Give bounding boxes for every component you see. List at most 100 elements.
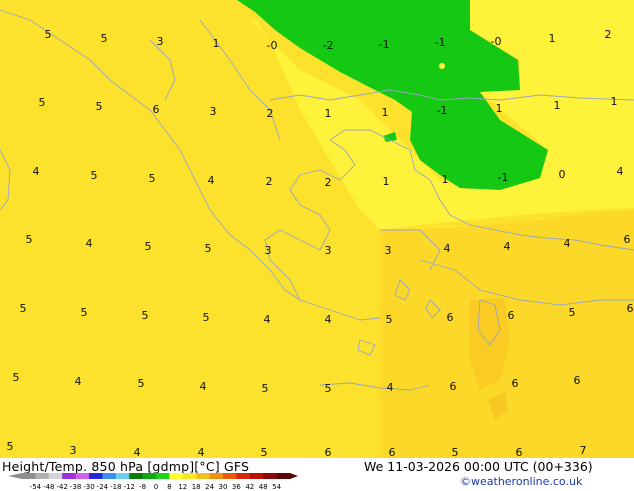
value-label: 5	[203, 311, 210, 324]
value-label: 5	[262, 382, 269, 395]
valid-datetime: We 11-03-2026 00:00 UTC (00+336)	[364, 459, 593, 474]
map-footer: Height/Temp. 850 hPa [gdmp][°C] GFS We 1…	[0, 458, 634, 491]
colorbar-segment	[182, 473, 197, 479]
value-label: 4	[86, 237, 93, 250]
colorbar-segment	[102, 473, 117, 479]
value-label: 4	[75, 375, 82, 388]
value-label: 5	[569, 306, 576, 319]
value-label: 6	[516, 446, 523, 458]
value-label: 5	[149, 172, 156, 185]
value-label: 1	[383, 175, 390, 188]
value-label: 3	[385, 244, 392, 257]
value-label: 2	[267, 107, 274, 120]
value-label: 5	[7, 440, 14, 453]
value-label: 6	[325, 446, 332, 458]
colorbar-segment	[156, 473, 170, 479]
value-label: 5	[386, 313, 393, 326]
value-label: -2	[323, 39, 334, 52]
value-label: 1	[496, 102, 503, 115]
value-label: 5	[13, 371, 20, 384]
value-label: 1	[442, 173, 449, 186]
colorbar-segment	[196, 473, 211, 479]
colorbar-segment	[209, 473, 224, 479]
value-label: 4	[564, 237, 571, 250]
map-canvas: 5 5 3 1 -0 -2 -1 -1 -0 1 2 5 5 6 3 2 1 1 -1 1 1 1 4 5 5 4 2 2 1 1 -1 0 4…	[0, 0, 634, 458]
value-label: -0	[491, 35, 502, 48]
value-label: 5	[81, 306, 88, 319]
value-label: 5	[26, 233, 33, 246]
value-label: -1	[437, 104, 448, 117]
colorbar-segment	[22, 473, 36, 479]
value-label: 6	[574, 374, 581, 387]
value-label: 2	[605, 28, 612, 41]
value-label: 4	[198, 446, 205, 458]
colorbar-segment	[89, 473, 103, 479]
value-label: 4	[617, 165, 624, 178]
colorbar-segment	[129, 473, 144, 479]
colorbar-segment	[75, 473, 90, 479]
colorbar-segment	[236, 473, 251, 479]
value-label: 6	[627, 302, 634, 315]
value-label: 6	[624, 233, 631, 246]
value-label: 5	[39, 96, 46, 109]
value-label: 5	[452, 446, 459, 458]
value-label: 5	[142, 309, 149, 322]
value-label: 1	[382, 106, 389, 119]
value-label: 4	[33, 165, 40, 178]
value-label: 1	[549, 32, 556, 45]
credit-link[interactable]: ©weatheronline.co.uk	[460, 475, 582, 488]
value-label: 3	[325, 244, 332, 257]
value-label: 6	[450, 380, 457, 393]
value-label: 1	[554, 99, 561, 112]
value-label: 6	[512, 377, 519, 390]
colorbar-arrow-right	[290, 473, 298, 479]
value-label: 5	[325, 382, 332, 395]
value-label: 0	[559, 168, 566, 181]
colorbar-segment	[263, 473, 278, 479]
warm-spot	[439, 63, 445, 69]
value-label: 5	[91, 169, 98, 182]
colorbar-segment	[62, 473, 77, 479]
value-label: 2	[266, 175, 273, 188]
value-label: 3	[70, 444, 77, 457]
colorbar-segment	[35, 473, 50, 479]
value-label: 6	[508, 309, 515, 322]
weather-map: 5 5 3 1 -0 -2 -1 -1 -0 1 2 5 5 6 3 2 1 1 -1 1 1 1 4 5 5 4 2 2 1 1 -1 0 4…	[0, 0, 634, 458]
colorbar-segment	[142, 473, 157, 479]
value-label: 6	[389, 446, 396, 458]
colorbar-segment	[115, 473, 130, 479]
value-label: 1	[325, 107, 332, 120]
value-label: 5	[101, 32, 108, 45]
colorbar	[8, 473, 298, 479]
value-label: 5	[96, 100, 103, 113]
value-label: 5	[20, 302, 27, 315]
value-label: 4	[504, 240, 511, 253]
value-label: 4	[444, 242, 451, 255]
value-label: 3	[265, 244, 272, 257]
value-label: 5	[261, 446, 268, 458]
value-label: -1	[498, 171, 509, 184]
value-label: 5	[205, 242, 212, 255]
value-label: 6	[447, 311, 454, 324]
value-label: 3	[210, 105, 217, 118]
value-label: 4	[264, 313, 271, 326]
value-label: 1	[213, 37, 220, 50]
colorbar-segment	[48, 473, 63, 479]
value-label: 4	[325, 313, 332, 326]
value-label: 5	[138, 377, 145, 390]
value-label: -1	[379, 38, 390, 51]
value-label: 6	[153, 103, 160, 116]
colorbar-segment	[169, 473, 184, 479]
value-label: -1	[435, 36, 446, 49]
colorbar-segment	[249, 473, 264, 479]
value-label: 4	[200, 380, 207, 393]
value-label: 3	[157, 35, 164, 48]
colorbar-segment	[276, 473, 291, 479]
value-label: 4	[208, 174, 215, 187]
value-label: 4	[387, 381, 394, 394]
colorbar-arrow-left	[8, 473, 22, 479]
colorbar-segment	[223, 473, 237, 479]
value-label: 5	[45, 28, 52, 41]
value-label: 1	[611, 95, 618, 108]
value-label: 5	[145, 240, 152, 253]
